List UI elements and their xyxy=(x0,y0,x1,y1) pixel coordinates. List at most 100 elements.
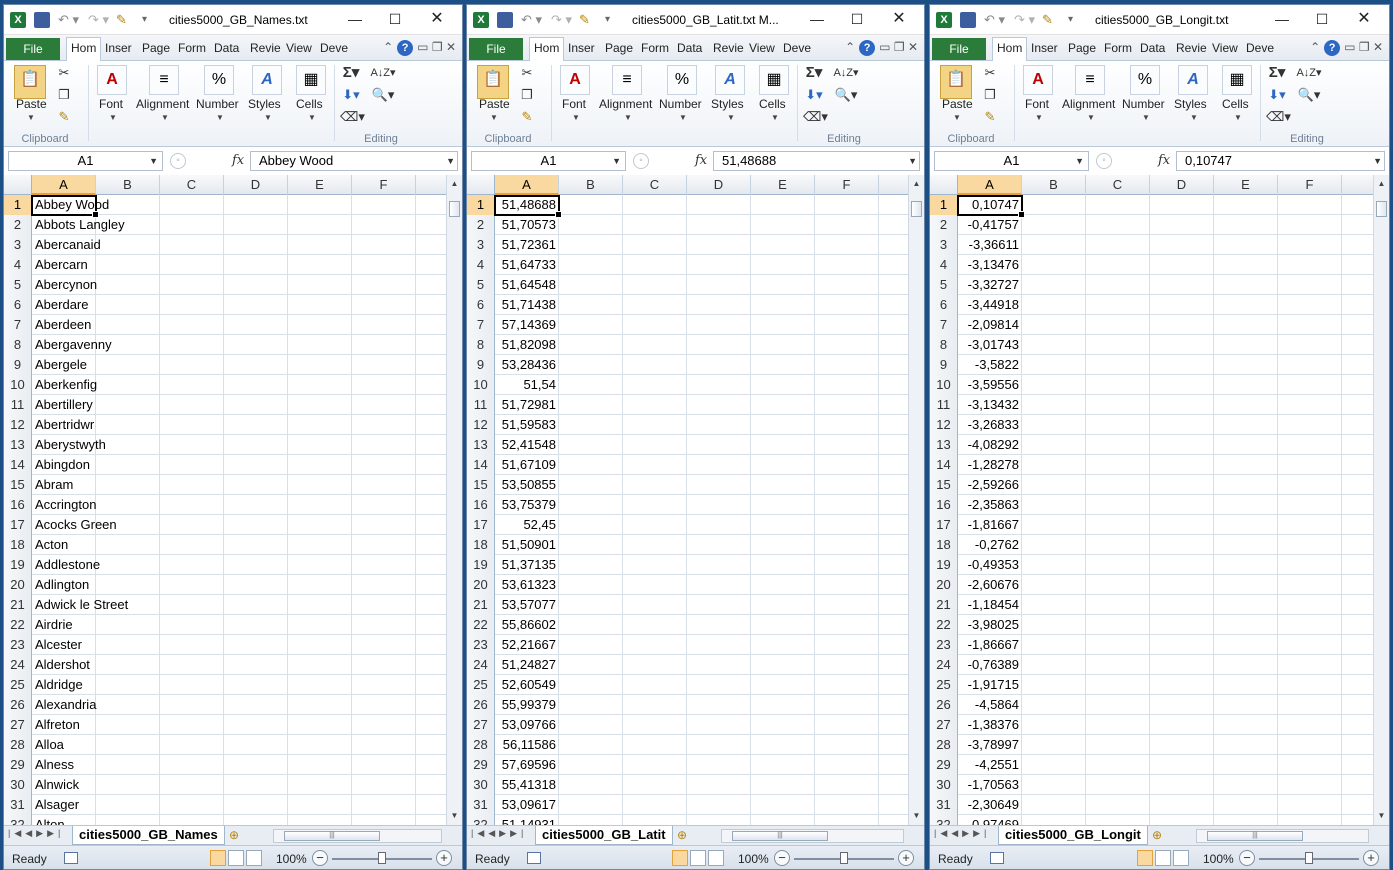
horizontal-scrollbar[interactable]: ||| xyxy=(273,829,442,843)
help-icon[interactable]: ? xyxy=(859,40,876,56)
row-header[interactable]: 17 xyxy=(930,515,958,535)
undo-icon[interactable]: ↶ ▾ xyxy=(58,11,79,29)
cell-a19[interactable]: 51,37135 xyxy=(495,555,559,575)
styles-button[interactable]: Styles xyxy=(711,97,744,111)
cell-a11[interactable]: -3,13432 xyxy=(958,395,1022,415)
worksheet-grid[interactable]: A B C D E F 1 Abbey Wood 2 Abbots Langley 3 Abercan… xyxy=(4,175,446,825)
doc-restore-icon[interactable]: ❐ xyxy=(1359,40,1370,54)
clipboard-icon[interactable]: 📋 xyxy=(14,65,46,99)
number-button[interactable]: Number xyxy=(196,97,239,111)
number-button[interactable]: Number xyxy=(1122,97,1165,111)
row-header[interactable]: 6 xyxy=(930,295,958,315)
cell-a25[interactable]: Aldridge xyxy=(35,675,83,695)
chevron-down-icon[interactable]: ▼ xyxy=(612,152,621,170)
cell-a11[interactable]: Abertillery xyxy=(35,395,93,415)
styles-icon[interactable]: A xyxy=(252,65,282,95)
save-icon[interactable] xyxy=(34,12,50,28)
chevron-down-icon[interactable]: ▼ xyxy=(572,113,580,122)
row-header[interactable]: 25 xyxy=(930,675,958,695)
tab-page-layout[interactable]: Page xyxy=(1068,41,1096,55)
font-button[interactable]: Font xyxy=(1025,97,1049,111)
expand-formula-icon[interactable]: ▼ xyxy=(1373,152,1382,170)
maximize-button[interactable]: ☐ xyxy=(1307,9,1337,29)
cell-a3[interactable]: -3,36611 xyxy=(958,235,1022,255)
customize-toolbar-icon[interactable]: ▾ xyxy=(1068,11,1073,29)
cell-a4[interactable]: -3,13476 xyxy=(958,255,1022,275)
row-header[interactable]: 24 xyxy=(4,655,32,675)
row-header[interactable]: 30 xyxy=(467,775,495,795)
zoom-out-button[interactable]: − xyxy=(1239,850,1255,866)
row-header[interactable]: 10 xyxy=(467,375,495,395)
zoom-level[interactable]: 100% xyxy=(738,852,769,866)
cell-a4[interactable]: 51,64733 xyxy=(495,255,559,275)
column-header-a[interactable]: A xyxy=(958,175,1022,195)
row-header[interactable]: 16 xyxy=(4,495,32,515)
help-icon[interactable]: ? xyxy=(1324,40,1341,56)
copy-icon[interactable]: ❐ xyxy=(519,87,535,103)
format-painter-icon[interactable]: ✎ xyxy=(579,11,590,29)
sheet-tab[interactable]: cities5000_GB_Longit xyxy=(998,826,1148,845)
cell-a20[interactable]: -2,60676 xyxy=(958,575,1022,595)
cell-a5[interactable]: -3,32727 xyxy=(958,275,1022,295)
cell-a1[interactable]: Abbey Wood xyxy=(35,195,109,215)
insert-sheet-icon[interactable]: ⊕ xyxy=(229,828,239,842)
cell-a22[interactable]: -3,98025 xyxy=(958,615,1022,635)
row-header[interactable]: 9 xyxy=(467,355,495,375)
tab-insert[interactable]: Inser xyxy=(1031,41,1058,55)
clear-icon[interactable]: ⌫▾ xyxy=(340,109,365,125)
cell-a18[interactable]: 51,50901 xyxy=(495,535,559,555)
row-header[interactable]: 12 xyxy=(930,415,958,435)
cell-a28[interactable]: -3,78997 xyxy=(958,735,1022,755)
row-header[interactable]: 9 xyxy=(930,355,958,375)
tab-developer[interactable]: Deve xyxy=(783,41,811,55)
cell-a9[interactable]: -3,5822 xyxy=(958,355,1022,375)
format-painter-icon[interactable]: ✎ xyxy=(1042,11,1053,29)
row-header[interactable]: 7 xyxy=(4,315,32,335)
cell-a19[interactable]: -0,49353 xyxy=(958,555,1022,575)
save-icon[interactable] xyxy=(960,12,976,28)
doc-minimize-icon[interactable]: ▭ xyxy=(879,40,890,54)
row-header[interactable]: 29 xyxy=(930,755,958,775)
autosum-icon[interactable]: Σ▾ xyxy=(340,65,362,81)
cells-button[interactable]: Cells xyxy=(759,97,786,111)
tab-file[interactable]: File xyxy=(469,38,523,60)
row-header[interactable]: 27 xyxy=(4,715,32,735)
fx-icon[interactable]: fx xyxy=(232,153,244,168)
row-header[interactable]: 29 xyxy=(4,755,32,775)
column-header-a[interactable]: A xyxy=(495,175,559,195)
cell-a30[interactable]: 55,41318 xyxy=(495,775,559,795)
cell-a20[interactable]: 53,61323 xyxy=(495,575,559,595)
chevron-down-icon[interactable]: ▼ xyxy=(490,113,498,122)
cut-icon[interactable]: ✂ xyxy=(519,65,535,81)
styles-icon[interactable]: A xyxy=(715,65,745,95)
chevron-down-icon[interactable]: ▼ xyxy=(149,152,158,170)
insert-sheet-icon[interactable]: ⊕ xyxy=(677,828,687,842)
scroll-up-icon[interactable]: ▲ xyxy=(909,177,924,191)
row-header[interactable]: 31 xyxy=(4,795,32,815)
chevron-down-icon[interactable]: ▼ xyxy=(216,113,224,122)
row-header[interactable]: 20 xyxy=(930,575,958,595)
row-header[interactable]: 2 xyxy=(930,215,958,235)
row-header[interactable]: 32 xyxy=(930,815,958,825)
cell-a14[interactable]: -1,28278 xyxy=(958,455,1022,475)
column-header-f[interactable]: F xyxy=(352,175,416,195)
row-header[interactable]: 19 xyxy=(930,555,958,575)
cell-a22[interactable]: 55,86602 xyxy=(495,615,559,635)
scroll-up-icon[interactable]: ▲ xyxy=(1374,177,1389,191)
cell-a6[interactable]: Aberdare xyxy=(35,295,88,315)
column-header-c[interactable]: C xyxy=(623,175,687,195)
cell-a17[interactable]: 52,45 xyxy=(495,515,559,535)
chevron-down-icon[interactable]: ▼ xyxy=(1075,152,1084,170)
sheet-tab[interactable]: cities5000_GB_Names xyxy=(72,826,225,845)
scroll-down-icon[interactable]: ▼ xyxy=(1374,809,1389,823)
tab-view[interactable]: View xyxy=(1212,41,1238,55)
cell-a16[interactable]: -2,35863 xyxy=(958,495,1022,515)
row-header[interactable]: 27 xyxy=(930,715,958,735)
row-header[interactable]: 28 xyxy=(4,735,32,755)
column-header-f[interactable]: F xyxy=(1278,175,1342,195)
row-header[interactable]: 6 xyxy=(4,295,32,315)
minimize-button[interactable]: — xyxy=(1267,9,1297,29)
row-header[interactable]: 23 xyxy=(4,635,32,655)
save-icon[interactable] xyxy=(497,12,513,28)
cell-a12[interactable]: 51,59583 xyxy=(495,415,559,435)
